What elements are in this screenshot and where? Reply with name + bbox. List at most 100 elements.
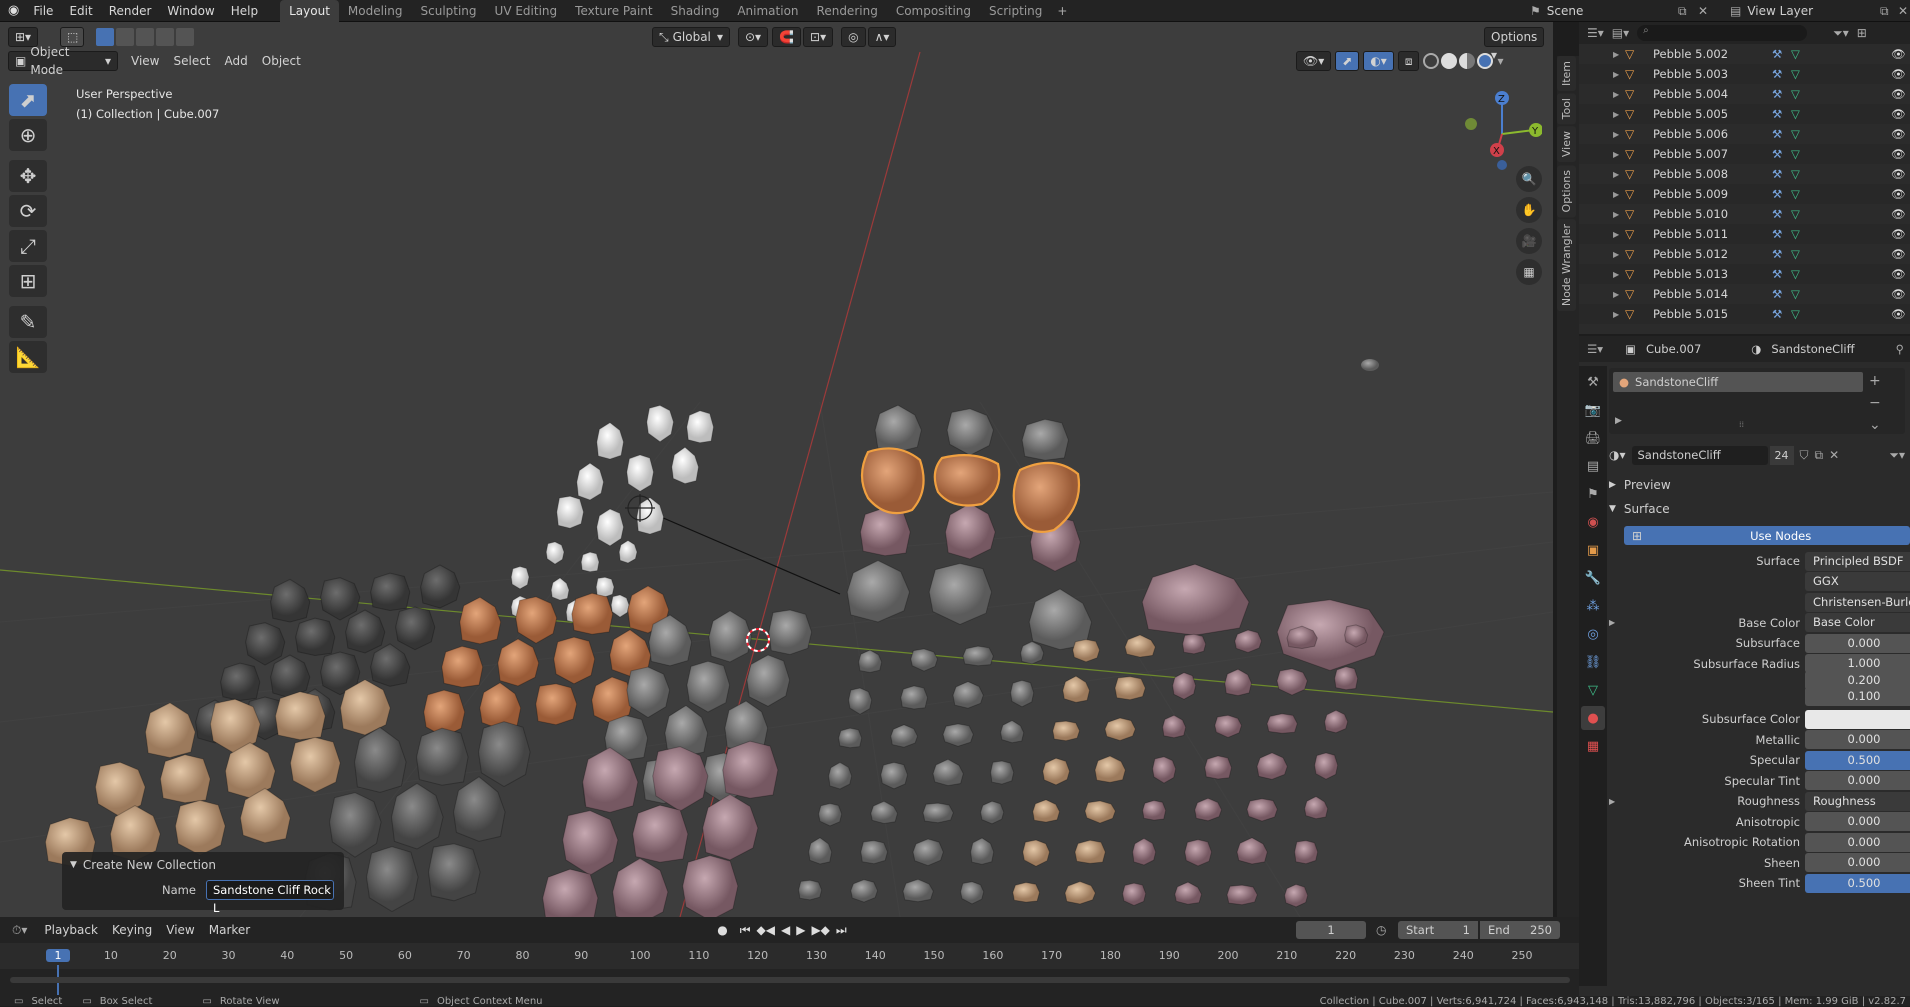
rock-mesh[interactable] (1294, 840, 1319, 865)
rock-mesh[interactable] (1314, 752, 1339, 780)
rock-mesh[interactable] (370, 572, 411, 612)
rock-mesh[interactable] (1214, 714, 1243, 739)
remove-slot-icon[interactable]: − (1869, 392, 1889, 414)
rock-mesh[interactable] (144, 702, 196, 759)
rock-mesh[interactable] (479, 682, 522, 730)
visibility-eye-icon[interactable]: 👁 (1891, 287, 1906, 301)
3d-viewport[interactable]: ⊞▾ ⬚ ⤡ Global ▾ ⊙▾ 🧲 ⊡▾ ◎ ∧▾ Options ▾ ▣ Ob… (0, 22, 1553, 917)
pin-icon[interactable]: ⚲ (1896, 342, 1904, 356)
expand-arrow-icon[interactable]: ▶ (1615, 416, 1622, 426)
select-invert-icon[interactable] (156, 28, 174, 46)
menu-file[interactable]: File (25, 0, 61, 22)
mesh-data-icon[interactable]: ▽ (1791, 287, 1800, 301)
use-nodes-button[interactable]: ⊞ Use Nodes (1624, 526, 1910, 545)
property-value-field[interactable]: Principled BSDF (1805, 551, 1910, 571)
rock-mesh[interactable] (846, 559, 911, 623)
property-value-field[interactable]: 0.500 (1805, 750, 1910, 770)
rock-mesh[interactable] (858, 649, 883, 674)
filter-icon[interactable]: ⏷▾ (1833, 26, 1849, 41)
users-count[interactable]: 24 (1769, 445, 1794, 465)
rock-mesh[interactable] (1174, 881, 1203, 905)
rock-mesh[interactable] (960, 881, 985, 905)
expand-arrow-icon[interactable]: ▶ (1613, 70, 1619, 79)
rock-mesh[interactable] (1184, 839, 1213, 867)
mesh-data-icon[interactable]: ▽ (1791, 107, 1800, 121)
expand-arrow-icon[interactable]: ▶ (1613, 310, 1619, 319)
rock-mesh[interactable] (1276, 668, 1308, 696)
wireframe-shading-icon[interactable] (1423, 53, 1440, 69)
modifier-wrench-icon[interactable]: ⚒ (1772, 147, 1782, 161)
rock-mesh[interactable] (220, 662, 261, 702)
rock-mesh[interactable] (900, 685, 929, 710)
material-name-field[interactable]: SandstoneCliff (1631, 445, 1768, 465)
rock-mesh[interactable] (890, 724, 919, 748)
modifier-wrench-icon[interactable]: ⚒ (1772, 107, 1782, 121)
mesh-data-icon[interactable]: ▽ (1791, 67, 1800, 81)
menu-edit[interactable]: Edit (61, 0, 100, 22)
rock-mesh[interactable] (980, 800, 1005, 825)
editor-type-icon[interactable]: ⏱▾ (12, 923, 27, 938)
perspective-toggle-icon[interactable]: ▦ (1516, 259, 1542, 285)
sidebar-tab-view[interactable]: View (1557, 126, 1576, 163)
add-workspace-button[interactable]: + (1051, 4, 1073, 18)
scene-tab-icon[interactable]: ⚑ (1581, 482, 1605, 506)
jump-keyframe-forward-icon[interactable]: ▶◆ (811, 923, 829, 937)
modifier-wrench-icon[interactable]: ⚒ (1772, 227, 1782, 241)
rock-mesh[interactable] (610, 594, 630, 618)
gizmo-toggle-icon[interactable]: ⬈ (1335, 51, 1360, 71)
shading-options-icon[interactable]: ▾ (1497, 54, 1503, 68)
modifier-wrench-icon[interactable]: ⚒ (1772, 247, 1782, 261)
property-value-field[interactable]: 0.000 (1805, 730, 1910, 749)
property-value-field[interactable]: 0.000 (1805, 812, 1910, 831)
rock-mesh[interactable] (768, 609, 813, 656)
expand-arrow-icon[interactable]: ▶ (1613, 170, 1619, 179)
rock-mesh[interactable] (922, 802, 954, 824)
visibility-eye-icon[interactable]: 👁 (1891, 47, 1906, 61)
rock-mesh[interactable] (1236, 837, 1268, 865)
rock-mesh[interactable] (1021, 418, 1069, 461)
modifier-tab-icon[interactable]: 🔧 (1581, 566, 1605, 590)
property-value-field[interactable] (1805, 709, 1910, 729)
texture-tab-icon[interactable]: ▦ (1581, 734, 1605, 758)
rock-mesh[interactable] (828, 761, 853, 790)
snap-target-button[interactable]: ⊡▾ (803, 27, 834, 47)
add-slot-icon[interactable]: + (1869, 370, 1889, 392)
view-layer-selector[interactable]: ▤ View Layer ⧉ ✕ (1730, 0, 1908, 22)
rock-mesh[interactable] (1334, 666, 1359, 691)
expand-arrow-icon[interactable]: ▶ (1613, 270, 1619, 279)
rock-mesh[interactable] (556, 495, 585, 529)
expand-arrow-icon[interactable]: ▶ (1613, 150, 1619, 159)
constraints-tab-icon[interactable]: ⛓ (1581, 650, 1605, 674)
rock-mesh[interactable] (646, 404, 675, 443)
editor-type-icon[interactable]: ☰▾ (1587, 342, 1603, 356)
render-tab-icon[interactable]: 📷 (1581, 398, 1605, 422)
expand-arrow-icon[interactable]: ▶ (1613, 130, 1619, 139)
mesh-data-icon[interactable]: ▽ (1791, 207, 1800, 221)
sidebar-tab-node-wrangler[interactable]: Node Wrangler (1557, 218, 1576, 312)
rock-mesh[interactable] (370, 643, 411, 687)
rock-mesh[interactable] (880, 761, 909, 790)
expand-arrow-icon[interactable]: ▶ (1609, 618, 1615, 627)
workspace-tab-layout[interactable]: Layout (280, 0, 339, 22)
outliner-item[interactable]: ▶ ▽ Pebble 5.006 ⚒ ▽ 👁 (1579, 124, 1910, 144)
rock-mesh[interactable] (636, 496, 665, 535)
rock-mesh[interactable] (618, 539, 638, 564)
selected-rock[interactable] (933, 453, 1001, 507)
property-value-field[interactable]: GGX (1805, 572, 1910, 591)
material-tab-icon[interactable]: ● (1581, 706, 1605, 730)
timeline-menu-marker[interactable]: Marker (202, 920, 257, 940)
rock-mesh[interactable] (1084, 800, 1116, 824)
cursor-tool[interactable]: ⊕ (9, 119, 47, 151)
output-tab-icon[interactable]: 🖨 (1581, 426, 1605, 450)
property-value-field[interactable]: Roughness (1805, 791, 1910, 811)
rock-mesh[interactable] (1162, 714, 1187, 739)
rock-mesh[interactable] (1042, 757, 1071, 786)
modifier-wrench-icon[interactable]: ⚒ (1772, 207, 1782, 221)
rock-mesh[interactable] (562, 810, 619, 876)
rock-mesh[interactable] (612, 857, 669, 917)
outliner-item-partial[interactable] (1579, 324, 1910, 334)
rock-mesh[interactable] (571, 592, 614, 635)
visibility-eye-icon[interactable]: 👁 (1891, 267, 1906, 281)
rock-mesh[interactable] (850, 879, 879, 903)
rock-mesh[interactable] (390, 782, 444, 850)
